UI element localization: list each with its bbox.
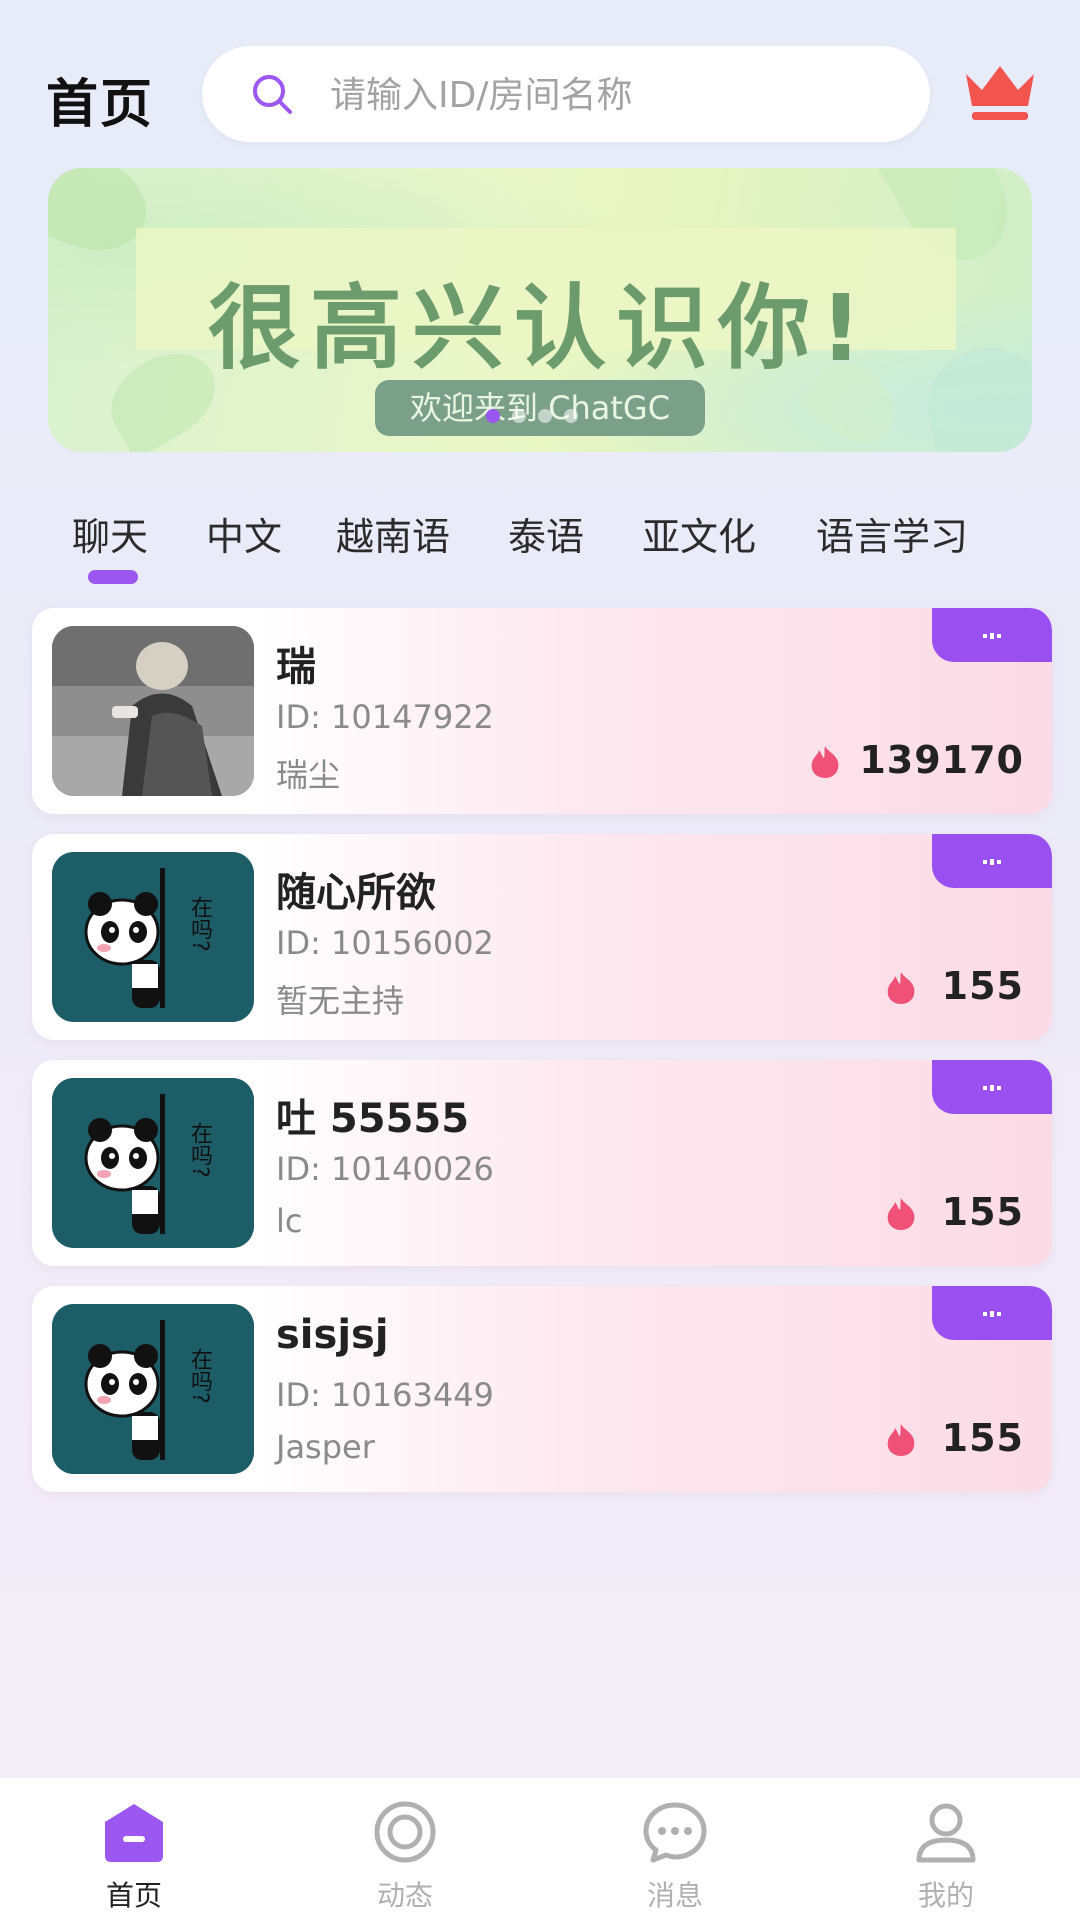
nav-label: 首页 [105, 1879, 162, 1912]
active-tab-indicator [88, 570, 138, 584]
panda-icon [52, 1078, 254, 1248]
tab-language-learning[interactable]: 语言学习 [816, 506, 968, 561]
room-avatar[interactable] [52, 626, 254, 796]
heat-flame-icon [887, 972, 915, 1004]
room-heat-count: 155 [941, 1190, 1024, 1234]
category-tabs: 聊天 中文 越南语 泰语 亚文化 语言学习 [0, 506, 1080, 586]
more-icon [983, 1311, 1001, 1317]
banner-headline: 很高兴认识你! [208, 275, 872, 382]
avatar-caption: 在吗? [187, 1122, 212, 1178]
more-icon [983, 633, 1001, 639]
search-bar[interactable] [202, 46, 930, 144]
room-card[interactable]: 在吗? sisjsj ID: 10163449 Jasper 155 [32, 1286, 1052, 1492]
search-input[interactable] [328, 46, 892, 144]
home-icon [105, 1804, 163, 1862]
more-options-button[interactable] [932, 1060, 1052, 1114]
avatar-caption: 在吗? [187, 1348, 212, 1404]
room-heat-count: 139170 [859, 738, 1024, 782]
tab-vietnamese[interactable]: 越南语 [336, 506, 450, 561]
more-options-button[interactable] [932, 1286, 1052, 1340]
room-heat-count: 155 [941, 964, 1024, 1008]
nav-label: 消息 [646, 1879, 703, 1912]
more-icon [983, 859, 1001, 865]
heat-flame-icon [887, 1424, 915, 1456]
room-id: ID: 10147922 [276, 698, 494, 736]
room-name: 吐 55555 [276, 1096, 470, 1142]
panda-icon [52, 1304, 254, 1474]
message-icon [643, 1802, 707, 1863]
room-id: ID: 10140026 [276, 1150, 494, 1188]
room-avatar[interactable]: 在吗? [52, 1304, 254, 1474]
room-card[interactable]: 瑞 ID: 10147922 瑞尘 139170 [32, 608, 1052, 814]
page-title: 首页 [46, 75, 155, 135]
nav-feed[interactable]: 动态 [305, 1800, 505, 1912]
room-name: sisjsj [276, 1312, 389, 1358]
room-card[interactable]: 在吗? 吐 55555 ID: 10140026 lc 155 [32, 1060, 1052, 1266]
nav-profile[interactable]: 我的 [846, 1800, 1046, 1912]
crown-icon[interactable] [962, 60, 1038, 124]
more-options-button[interactable] [932, 834, 1052, 888]
search-icon [253, 75, 292, 114]
profile-icon [916, 1803, 976, 1863]
room-id: ID: 10156002 [276, 924, 494, 962]
heat-flame-icon [811, 746, 839, 778]
room-name: 随心所欲 [276, 870, 436, 916]
carousel-dot[interactable] [512, 409, 526, 423]
header: 首页 [0, 0, 1080, 170]
room-heat-count: 155 [941, 1416, 1024, 1460]
nav-label: 动态 [376, 1879, 433, 1912]
feed-icon [374, 1801, 436, 1863]
nav-home[interactable]: 首页 [34, 1800, 234, 1912]
tab-chinese[interactable]: 中文 [206, 506, 282, 561]
user-photo [52, 626, 254, 796]
carousel-dot[interactable] [564, 409, 578, 423]
room-id: ID: 10163449 [276, 1376, 494, 1414]
panda-icon [52, 852, 254, 1022]
bottom-nav: 首页 动态 消息 我的 [0, 1778, 1080, 1920]
room-host: lc [276, 1202, 303, 1240]
carousel-dot[interactable] [538, 409, 552, 423]
room-name: 瑞 [276, 644, 316, 690]
avatar-caption: 在吗? [187, 896, 212, 952]
more-options-button[interactable] [932, 608, 1052, 662]
nav-messages[interactable]: 消息 [575, 1800, 775, 1912]
more-icon [983, 1085, 1001, 1091]
nav-label: 我的 [917, 1879, 974, 1912]
banner-subtitle: 欢迎来到 ChatGC [375, 380, 705, 436]
tab-chat[interactable]: 聊天 [72, 506, 148, 561]
tab-thai[interactable]: 泰语 [508, 506, 584, 561]
promo-banner[interactable]: 很高兴认识你! 欢迎来到 ChatGC [48, 168, 1032, 452]
carousel-dot[interactable] [486, 409, 500, 423]
room-avatar[interactable]: 在吗? [52, 852, 254, 1022]
tab-subculture[interactable]: 亚文化 [642, 506, 756, 561]
heat-flame-icon [887, 1198, 915, 1230]
room-card[interactable]: 在吗? 随心所欲 ID: 10156002 暂无主持 155 [32, 834, 1052, 1040]
room-host: 暂无主持 [276, 982, 405, 1020]
room-avatar[interactable]: 在吗? [52, 1078, 254, 1248]
room-host: 瑞尘 [276, 756, 341, 794]
room-host: Jasper [276, 1428, 375, 1466]
